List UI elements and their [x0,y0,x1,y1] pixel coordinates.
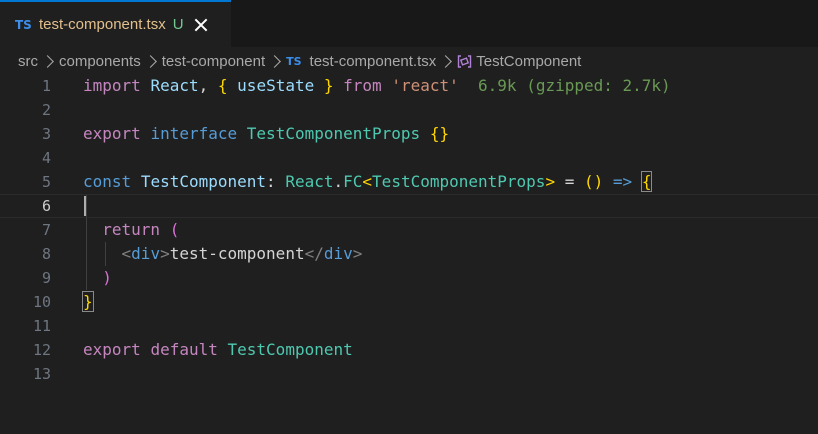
code-line: 4 [0,146,818,170]
line-number: 5 [41,173,51,191]
line-number: 4 [41,149,51,167]
code-editor[interactable]: 1 import React, { useState } from 'react… [0,74,818,434]
code-line: 7 return ( [0,218,818,242]
code-line: 1 import React, { useState } from 'react… [0,74,818,98]
line-number: 10 [32,293,51,311]
breadcrumb-item-symbol[interactable]: TestComponent [476,53,581,70]
chevron-right-icon [439,54,453,68]
breadcrumb-item-components[interactable]: components [59,53,141,70]
typescript-file-icon: TS [286,54,302,68]
line-number: 8 [41,245,51,263]
active-code-line: 6 [0,194,818,218]
code-line: 2 [0,98,818,122]
code-line: 8 <div>test-component</div> [0,242,818,266]
typescript-file-icon: TS [15,17,32,32]
code-text: } [82,290,94,314]
text-cursor [84,196,86,216]
code-line: 3 export interface TestComponentProps {} [0,122,818,146]
code-line: 11 [0,314,818,338]
chevron-right-icon [268,54,281,68]
git-status-badge: U [172,16,184,33]
code-line: 9 ) [0,266,818,290]
breadcrumb-item-file[interactable]: test-component.tsx [310,53,437,70]
chevron-right-icon [41,54,54,68]
line-number: 12 [32,341,51,359]
code-line: 10 } [0,290,818,314]
code-text: ) [102,268,112,287]
line-number: 11 [32,317,51,335]
line-number: 3 [41,125,51,143]
code-text: const TestComponent: React.FC<TestCompon… [83,171,653,192]
line-number: 6 [41,197,51,215]
breadcrumb-item-test-component[interactable]: test-component [162,53,265,70]
matching-brace: } [82,291,94,312]
tab-title: test-component.tsx [39,16,166,33]
line-number: 9 [41,269,51,287]
code-line: 13 [0,362,818,386]
code-text: return ( [102,220,180,239]
code-text: <div>test-component</div> [121,244,363,263]
chevron-right-icon [143,54,157,68]
symbol-variable-icon [457,54,472,68]
import-cost-hint: 6.9k (gzipped: 2.7k) [478,76,671,95]
line-number: 2 [41,101,51,119]
breadcrumb-item-src[interactable]: src [18,53,38,70]
code-text: import React, { useState } from 'react' … [83,76,671,95]
line-number: 1 [41,77,51,95]
line-number: 7 [41,221,51,239]
code-text: export interface TestComponentProps {} [83,124,450,143]
editor-tab[interactable]: TS test-component.tsx U [0,0,231,47]
close-icon[interactable] [192,16,210,34]
code-text: export default TestComponent [83,340,353,359]
line-number: 13 [32,365,51,383]
matching-brace: { [640,171,653,192]
breadcrumb: src components test-component TS test-co… [18,50,581,72]
code-line: 12 export default TestComponent [0,338,818,362]
tab-bar: TS test-component.tsx U [0,0,818,47]
code-line: 5 const TestComponent: React.FC<TestComp… [0,170,818,194]
